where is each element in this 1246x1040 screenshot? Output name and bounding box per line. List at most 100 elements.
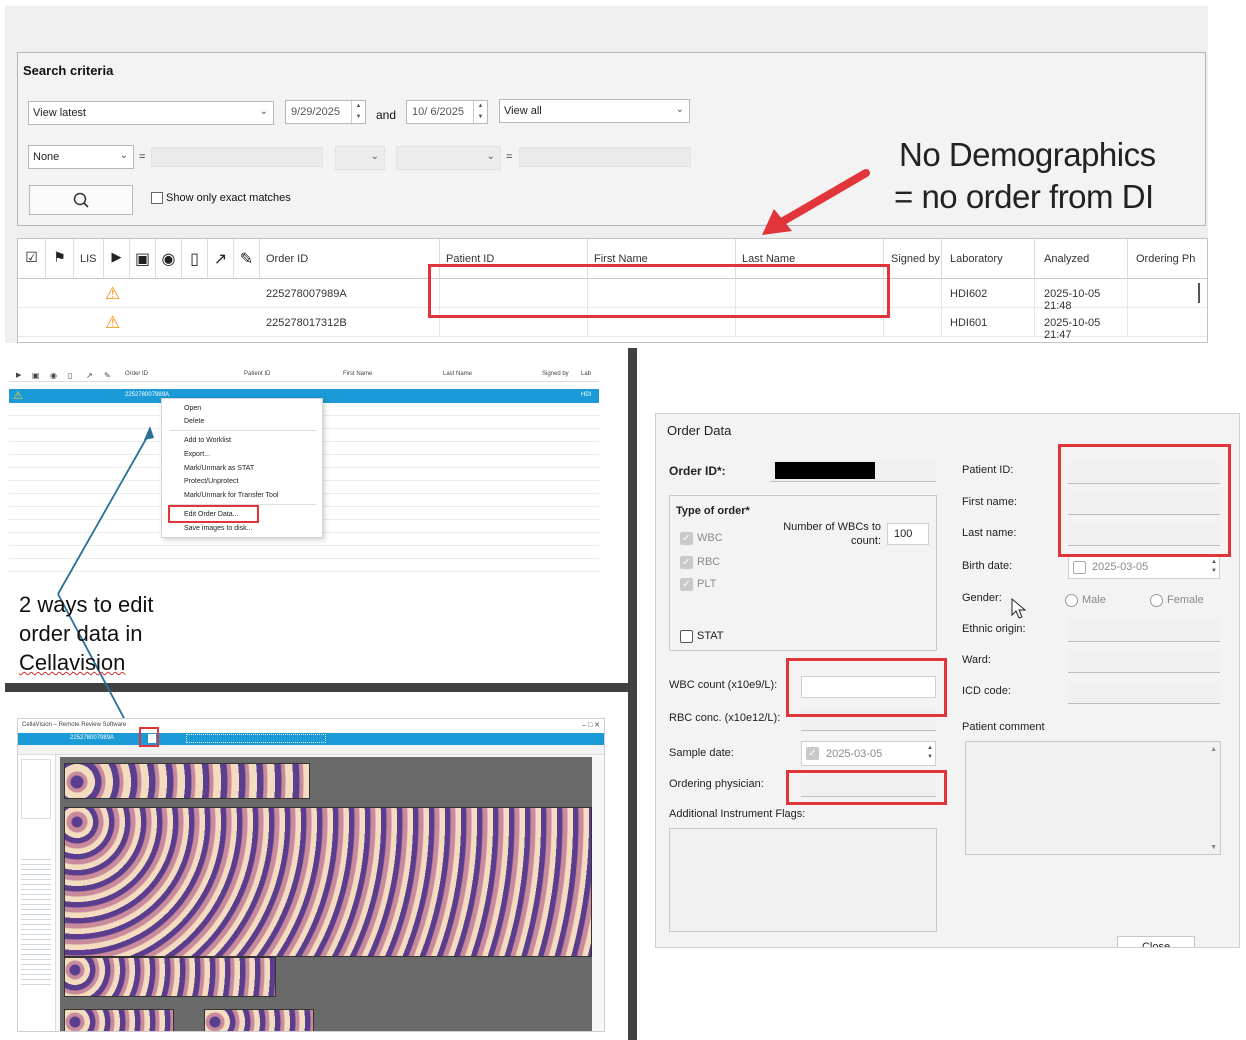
menu-item-export[interactable]: Export... <box>184 451 210 458</box>
last-name-label: Last name: <box>962 527 1017 539</box>
list-item[interactable] <box>9 559 599 572</box>
first-name-label: First name: <box>962 496 1018 508</box>
column-header-ordering-physician[interactable]: Ordering Ph <box>1128 239 1207 279</box>
search-icon <box>73 192 89 208</box>
menu-item-transfer-tool[interactable]: Mark/Unmark for Transfer Tool <box>184 492 278 499</box>
date-to-value: 10/ 6/2025 <box>412 106 464 118</box>
field-select[interactable]: None ⌄ <box>28 145 134 169</box>
menu-item-stat[interactable]: Mark/Unmark as STAT <box>184 465 254 472</box>
lis-column-header[interactable]: LIS <box>74 239 104 279</box>
additional-flags-box[interactable] <box>669 828 937 932</box>
sample-date-checkbox[interactable]: ✓ <box>806 747 819 760</box>
play-icon[interactable]: ▶ <box>104 239 130 279</box>
male-radio[interactable] <box>1065 594 1078 607</box>
scroll-up-icon[interactable]: ▲ <box>1210 746 1217 753</box>
toolbar-buttons[interactable] <box>186 734 326 743</box>
callout-line-2: = no order from DI <box>894 178 1154 215</box>
icd-code-input[interactable] <box>1068 682 1220 704</box>
birth-date-value: 2025-03-05 <box>1092 561 1149 573</box>
type-of-order-group: Type of order* ✓ WBC ✓ RBC ✓ PLT Number … <box>669 495 937 651</box>
date-from-value: 9/29/2025 <box>291 106 340 118</box>
column-header-analyzed[interactable]: Analyzed <box>1035 239 1128 279</box>
close-icon[interactable]: – □ ✕ <box>582 721 600 729</box>
date-spinner-icon[interactable]: ▲ ▼ <box>927 744 933 762</box>
num-wbcs-input[interactable]: 100 <box>887 523 929 545</box>
birth-date-checkbox[interactable] <box>1073 561 1086 574</box>
rbc-label: RBC <box>697 556 721 568</box>
redacted-order-id <box>775 462 875 479</box>
sidebar-list[interactable] <box>21 759 51 819</box>
cell-row[interactable] <box>64 1009 174 1031</box>
menu-item-open[interactable]: Open <box>184 405 201 412</box>
mini-column-signed-by: Signed by <box>542 371 569 377</box>
view-latest-select[interactable]: View latest ⌄ <box>28 101 274 125</box>
cell-row[interactable] <box>64 807 592 957</box>
ward-input[interactable] <box>1068 651 1220 673</box>
chevron-down-icon: ⌄ <box>675 104 684 115</box>
scroll-down-icon[interactable]: ▼ <box>1210 844 1217 851</box>
copy-icon[interactable]: ▯ <box>182 239 208 279</box>
column-header-order-id[interactable]: Order ID <box>260 239 440 279</box>
pen-icon[interactable]: ✎ <box>234 239 260 279</box>
cell-row[interactable] <box>64 763 310 799</box>
comment-icon[interactable]: ◉ <box>156 239 182 279</box>
view-all-select[interactable]: View all ⌄ <box>499 99 690 123</box>
stat-checkbox[interactable] <box>680 630 693 643</box>
date-from-input[interactable]: 9/29/2025 ▲ ▼ <box>285 100 366 124</box>
menu-item-save-images[interactable]: Save images to disk... <box>184 525 252 532</box>
birth-date-input[interactable]: 2025-03-05 ▲ ▼ <box>1068 555 1220 579</box>
signed-check-icon[interactable]: ☑ <box>18 239 46 279</box>
plt-checkbox[interactable]: ✓ <box>680 578 693 591</box>
patient-id-label: Patient ID: <box>962 464 1014 476</box>
flag-icon[interactable]: ⚑ <box>46 239 74 279</box>
scrollbar-thumb[interactable] <box>1198 283 1200 303</box>
chevron-down-icon: ⌄ <box>486 151 495 162</box>
mini-grid-header: ▶ ▣ ◉ ▯ ↗ ✎ Order ID Patient ID First Na… <box>9 368 599 382</box>
cell-row[interactable] <box>64 957 276 997</box>
exact-matches-checkbox[interactable] <box>151 192 163 204</box>
menu-item-add-to-worklist[interactable]: Add to Worklist <box>184 437 231 444</box>
menu-item-protect[interactable]: Protect/Unprotect <box>184 478 238 485</box>
close-button[interactable]: Close <box>1117 936 1195 947</box>
cell-analyzed: 2025-10-05 21:47 <box>1035 308 1128 341</box>
cell-row[interactable] <box>204 1009 314 1031</box>
comment-icon: ◉ <box>50 371 57 380</box>
secondary-toolbar <box>18 745 604 755</box>
criteria-value-input[interactable] <box>151 147 323 167</box>
date-spinner-icon[interactable]: ▲ ▼ <box>1211 558 1217 576</box>
date-to-input[interactable]: 10/ 6/2025 ▲ ▼ <box>406 100 488 124</box>
date-spinner-icon[interactable]: ▲ ▼ <box>351 101 365 123</box>
window-title: CellaVision – Remote Review Software <box>22 722 127 728</box>
rbc-checkbox[interactable]: ✓ <box>680 556 693 569</box>
operator-select[interactable]: ⌄ <box>335 146 385 170</box>
female-radio[interactable] <box>1150 594 1163 607</box>
search-criteria-title: Search criteria <box>23 63 114 78</box>
ward-label: Ward: <box>962 654 991 666</box>
order-id-input[interactable] <box>770 460 936 482</box>
export-icon[interactable]: ↗ <box>208 239 234 279</box>
sample-date-input[interactable]: ✓ 2025-03-05 ▲ ▼ <box>801 741 936 766</box>
field2-select[interactable]: ⌄ <box>396 146 501 170</box>
column-header-laboratory[interactable]: Laboratory <box>942 239 1035 279</box>
cell-image-grid <box>64 763 592 1031</box>
column-header-signed-by[interactable]: Signed by <box>884 239 942 279</box>
wbc-checkbox[interactable]: ✓ <box>680 532 693 545</box>
annotation-text: 2 ways to edit order data in Cellavision <box>19 590 154 677</box>
criteria-value-2-input[interactable] <box>519 147 691 167</box>
chevron-down-icon: ⌄ <box>259 106 268 117</box>
search-button[interactable] <box>29 185 133 215</box>
menu-item-delete[interactable]: Delete <box>184 418 204 425</box>
female-label: Female <box>1167 594 1204 606</box>
printer-icon[interactable]: ▣ <box>130 239 156 279</box>
patient-comment-input[interactable]: ▲ ▼ <box>965 741 1221 855</box>
ethnic-origin-input[interactable] <box>1068 620 1220 642</box>
date-spinner-icon[interactable]: ▲ ▼ <box>473 101 487 123</box>
list-item[interactable] <box>9 546 599 559</box>
cell-laboratory: HDI601 <box>942 308 1035 337</box>
gender-label: Gender: <box>962 592 1002 604</box>
patient-fields-highlight <box>1058 444 1231 557</box>
cell-laboratory: HDI602 <box>942 279 1035 308</box>
equals-sign: = <box>139 151 146 163</box>
cell-signed-by <box>884 308 942 337</box>
warning-icon: ⚠ <box>13 390 23 402</box>
